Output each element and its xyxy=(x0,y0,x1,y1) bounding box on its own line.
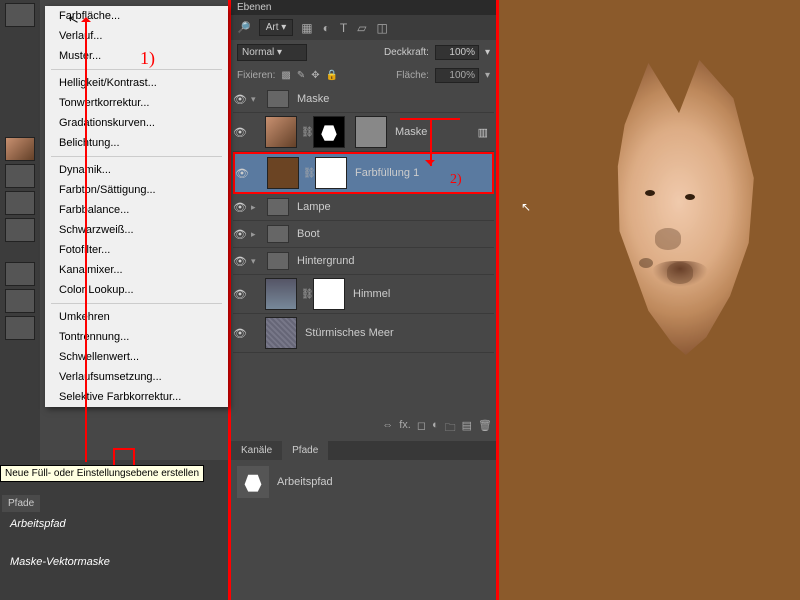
canvas[interactable] xyxy=(499,0,800,600)
tab-paths[interactable]: Pfade xyxy=(2,495,40,512)
folder-icon xyxy=(267,252,289,270)
fx-icon[interactable]: fx. xyxy=(399,419,411,438)
visibility-icon[interactable]: 👁 xyxy=(233,288,247,301)
fill-value[interactable]: 100% xyxy=(435,68,479,83)
annotation-2: 2) xyxy=(450,172,462,188)
fill-label: Fläche: xyxy=(396,70,429,81)
thumbnail[interactable] xyxy=(5,262,35,286)
filter-shape-icon[interactable]: ▱ xyxy=(357,21,366,35)
mask-name[interactable]: Maske-Vektormaske xyxy=(0,550,228,574)
path-name[interactable]: Arbeitspfad xyxy=(0,512,228,536)
menu-item-bw[interactable]: Schwarzweiß... xyxy=(45,220,228,240)
layer-group-boot[interactable]: 👁▸ Boot xyxy=(233,221,494,248)
panel-title-layers: Ebenen xyxy=(231,0,496,15)
folder-icon[interactable]: 🗀 xyxy=(445,419,456,438)
layer-mask-thumb[interactable] xyxy=(315,157,347,189)
menu-item-posterize[interactable]: Tontrennung... xyxy=(45,327,228,347)
arrow-head-icon xyxy=(81,12,91,22)
visibility-icon[interactable]: 👁 xyxy=(233,93,247,106)
link-icon[interactable]: ⇔ xyxy=(382,419,393,438)
tab-channels[interactable]: Kanäle xyxy=(231,441,282,460)
visibility-icon[interactable]: 👁 xyxy=(233,255,247,268)
adjustment-icon[interactable]: ◐ xyxy=(432,419,439,438)
visibility-icon[interactable]: 👁 xyxy=(235,167,249,180)
menu-item-levels[interactable]: Tonwertkorrektur... xyxy=(45,93,228,113)
menu-item-brightness[interactable]: Helligkeit/Kontrast... xyxy=(45,73,228,93)
menu-item-gradient-map[interactable]: Verlaufsumsetzung... xyxy=(45,367,228,387)
menu-item-color-balance[interactable]: Farbbalance... xyxy=(45,200,228,220)
thumbnail[interactable] xyxy=(5,218,35,242)
annotation-arrow xyxy=(85,18,87,462)
tooltip: Neue Füll- oder Einstellungsebene erstel… xyxy=(0,465,204,482)
annotation-arrow xyxy=(400,118,460,120)
tool-slot[interactable] xyxy=(5,3,35,27)
layer-thumb[interactable] xyxy=(265,116,297,148)
trash-icon[interactable]: 🗑 xyxy=(478,419,492,438)
thumbnail[interactable] xyxy=(5,316,35,340)
menu-item-threshold[interactable]: Schwellenwert... xyxy=(45,347,228,367)
menu-item-gradient[interactable]: Verlauf... xyxy=(45,26,228,46)
mask-icon[interactable]: ◻ xyxy=(417,419,426,438)
visibility-icon[interactable]: 👁 xyxy=(233,126,247,139)
filter-pixel-icon[interactable]: ▦ xyxy=(301,21,312,35)
filter-adjust-icon[interactable]: ◐ xyxy=(323,21,330,35)
path-name[interactable]: Arbeitspfad xyxy=(277,476,333,488)
thumbnail[interactable] xyxy=(5,137,35,161)
layer-meer[interactable]: 👁 Stürmisches Meer xyxy=(233,314,494,353)
menu-item-invert[interactable]: Umkehren xyxy=(45,307,228,327)
lock-all-icon[interactable]: 🔒 xyxy=(326,70,338,81)
paths-panel: Arbeitspfad xyxy=(231,460,496,600)
layer-mask-thumb[interactable] xyxy=(355,116,387,148)
menu-item-curves[interactable]: Gradationskurven... xyxy=(45,113,228,133)
layer-group-lampe[interactable]: 👁▸ Lampe xyxy=(233,194,494,221)
filter-icon[interactable]: ▥ xyxy=(478,126,494,139)
visibility-icon[interactable]: 👁 xyxy=(233,327,247,340)
layer-group-hintergrund[interactable]: 👁▾ Hintergrund xyxy=(233,248,494,275)
lock-transparency-icon[interactable]: ▩ xyxy=(281,70,290,81)
cursor-icon: ↖ xyxy=(521,200,531,214)
visibility-icon[interactable]: 👁 xyxy=(233,228,247,241)
visibility-icon[interactable]: 👁 xyxy=(233,201,247,214)
layer-himmel[interactable]: 👁 ⛓ Himmel xyxy=(233,275,494,314)
filter-kind-select[interactable]: Art ▾ xyxy=(259,19,294,36)
thumbnail[interactable] xyxy=(5,191,35,215)
thumbnail[interactable] xyxy=(5,289,35,313)
opacity-label: Deckkraft: xyxy=(384,47,429,58)
search-icon[interactable]: 🔎 xyxy=(237,21,251,34)
filter-smart-icon[interactable]: ◫ xyxy=(376,21,387,35)
menu-item-vibrance[interactable]: Dynamik... xyxy=(45,160,228,180)
folder-icon xyxy=(267,225,289,243)
path-thumb[interactable] xyxy=(237,466,269,498)
layer-thumb[interactable] xyxy=(265,317,297,349)
menu-item-pattern[interactable]: Muster... xyxy=(45,46,228,66)
menu-item-channel-mixer[interactable]: Kanalmixer... xyxy=(45,260,228,280)
layer-mask-thumb[interactable] xyxy=(313,278,345,310)
face-render xyxy=(594,60,764,355)
layer-group-maske[interactable]: 👁▾ Maske xyxy=(233,86,494,113)
menu-item-exposure[interactable]: Belichtung... xyxy=(45,133,228,153)
layer-mask-thumb[interactable] xyxy=(313,116,345,148)
opacity-value[interactable]: 100% xyxy=(435,45,479,60)
adjustment-layer-menu: Farbfläche... Verlauf... Muster... Helli… xyxy=(45,6,228,407)
annotation-1: 1) xyxy=(140,48,155,69)
layer-thumb[interactable] xyxy=(267,157,299,189)
layer-thumb[interactable] xyxy=(265,278,297,310)
tab-paths[interactable]: Pfade xyxy=(282,441,328,460)
folder-icon xyxy=(267,198,289,216)
menu-item-photo-filter[interactable]: Fotofilter... xyxy=(45,240,228,260)
layers-list: 👁▾ Maske 👁 ⛓ Maske ▥ 👁 ⛓ Farbfüllung 1 👁… xyxy=(231,86,496,353)
filter-type-icon[interactable]: T xyxy=(340,21,347,35)
new-icon[interactable]: ▤ xyxy=(462,419,472,438)
menu-item-selective-color[interactable]: Selektive Farbkorrektur... xyxy=(45,387,228,407)
thumbnail[interactable] xyxy=(5,164,35,188)
lock-pixels-icon[interactable]: ✎ xyxy=(297,70,305,81)
menu-item-hue-sat[interactable]: Farbton/Sättigung... xyxy=(45,180,228,200)
folder-icon xyxy=(267,90,289,108)
blend-mode-select[interactable]: Normal ▾ xyxy=(237,44,307,61)
path-row[interactable]: Arbeitspfad xyxy=(231,460,496,504)
menu-item-color-lookup[interactable]: Color Lookup... xyxy=(45,280,228,300)
arrow-head-icon xyxy=(425,160,435,170)
lock-position-icon[interactable]: ✥ xyxy=(311,70,319,81)
lock-label: Fixieren: xyxy=(237,70,275,81)
